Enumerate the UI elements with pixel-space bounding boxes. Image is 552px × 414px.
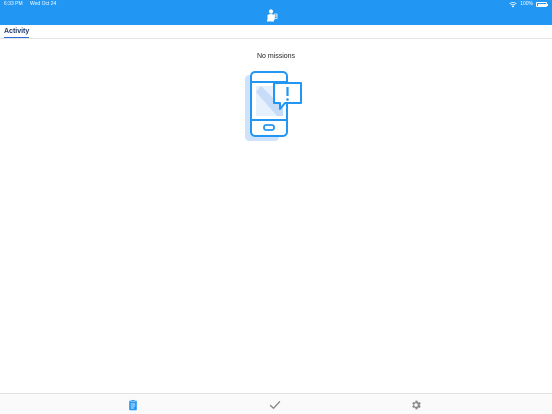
nav-settings-tab[interactable] [410, 399, 422, 411]
tab-activity[interactable]: Activity [4, 28, 30, 38]
clipboard-icon [129, 399, 137, 411]
tab-bar: Activity [0, 25, 552, 39]
battery-percent: 100% [520, 1, 533, 7]
status-bar: 6:33 PM Wed Oct 24 100% [0, 0, 552, 9]
phone-notification-icon [245, 71, 302, 141]
nav-missions-tab[interactable] [127, 399, 139, 411]
status-left: 6:33 PM Wed Oct 24 [4, 0, 62, 9]
battery-icon [536, 2, 548, 7]
wifi-icon [509, 1, 517, 7]
status-date: Wed Oct 24 [30, 1, 57, 7]
gear-icon [412, 400, 421, 410]
bottom-navigation [0, 393, 552, 414]
nav-completed-tab[interactable] [269, 399, 281, 411]
app-header: 6:33 PM Wed Oct 24 100% [0, 0, 552, 25]
person-at-desk-icon [267, 9, 278, 22]
checkmark-icon [269, 401, 281, 409]
empty-state-message: No missions [256, 53, 296, 60]
status-right: 100% [509, 0, 548, 9]
status-time: 6:33 PM [4, 1, 23, 7]
